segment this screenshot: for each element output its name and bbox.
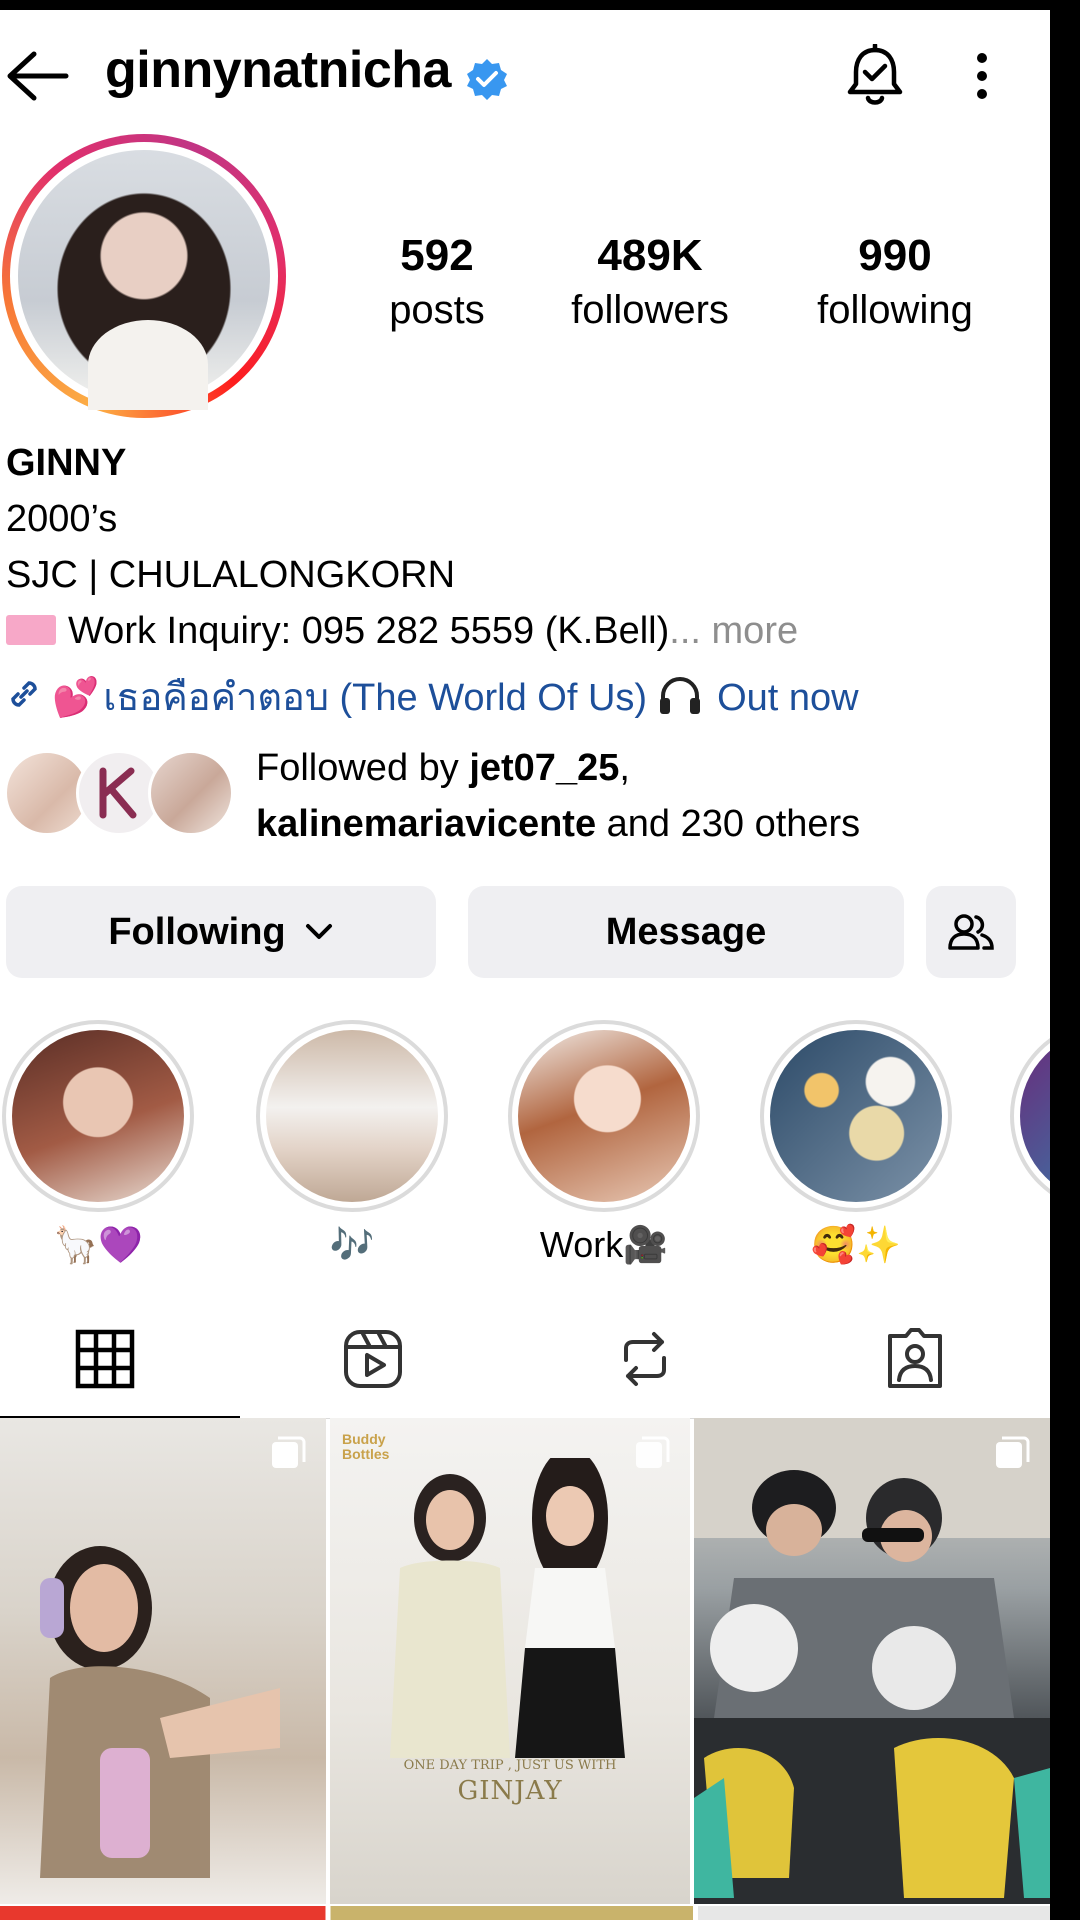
reposts-tab-icon[interactable] — [612, 1326, 678, 1392]
story-highlight[interactable]: 🎶 — [254, 1020, 450, 1268]
message-button[interactable]: Message — [468, 886, 904, 978]
post-thumbnail[interactable]: Buddy Bottles ONE DAY TRIP , JUST US WITH… — [330, 1418, 690, 1904]
highlight-label: Work🎥 — [539, 1224, 669, 1265]
following-label: Following — [108, 910, 286, 953]
post-thumbnail[interactable] — [694, 1418, 1050, 1904]
multi-post-icon — [996, 1436, 1030, 1468]
chevron-down-icon — [305, 924, 332, 939]
bio-work-line: Work Inquiry: 095 282 5559 (K.Bell)... m… — [6, 608, 798, 654]
highlight-ring — [760, 1020, 952, 1212]
bio-display-name: GINNY — [6, 442, 127, 484]
bio-more-link[interactable]: ... more — [669, 610, 798, 652]
stat-following-label: following — [817, 288, 973, 332]
more-options-icon[interactable] — [964, 50, 1000, 102]
letter-k-logo — [99, 767, 137, 819]
next-row-posts-peek[interactable] — [0, 1906, 1050, 1920]
mutual-avatar — [148, 750, 234, 836]
bio-line: SJC | CHULALONGKORN — [6, 554, 456, 596]
followed-by-text[interactable]: Followed by jet07_25, kalinemariavicente… — [256, 740, 860, 852]
post-image — [40, 1546, 280, 1878]
story-highlight[interactable]: 🦙💜 — [0, 1020, 196, 1268]
avatar-ring-gap — [10, 142, 278, 410]
separator: , — [619, 747, 630, 789]
post-image — [694, 1418, 1050, 1904]
avatar-photo — [18, 150, 270, 410]
stat-followers-label: followers — [571, 288, 729, 332]
highlight-ring — [1010, 1020, 1050, 1212]
stat-posts-count: 592 — [400, 231, 474, 280]
bio-work-inquiry: Work Inquiry: 095 282 5559 (K.Bell) — [68, 610, 670, 652]
stat-followers[interactable]: 489K followers — [552, 228, 748, 336]
highlight-ring — [256, 1020, 448, 1212]
post-caption-title: GINJAY — [457, 1776, 563, 1806]
verified-badge-icon — [467, 59, 507, 100]
profile-screen: ginnynatnicha 592 posts 489K followers 9… — [0, 10, 1050, 1920]
love-letter-icon — [6, 615, 56, 645]
link-title: เธอคือคำตอบ (The World Of Us) — [103, 677, 648, 719]
story-highlight[interactable]: Work🎥 — [506, 1020, 702, 1268]
highlight-cover — [266, 1030, 438, 1202]
stat-posts-label: posts — [389, 288, 485, 332]
profile-username: ginnynatnicha — [105, 41, 451, 99]
link-out-now: Out now — [717, 677, 859, 719]
multi-post-icon — [272, 1436, 306, 1468]
followed-by-suffix: and 230 others — [596, 803, 861, 845]
post-caption-small: ONE DAY TRIP , JUST US WITH — [403, 1758, 617, 1773]
following-button[interactable]: Following — [6, 886, 436, 978]
bio-line: 2000’s — [6, 498, 118, 540]
two-hearts-icon: 💕 — [52, 677, 100, 719]
suggested-people-button[interactable] — [926, 886, 1016, 978]
headphones-icon — [660, 677, 701, 714]
grid-tab-icon[interactable] — [72, 1326, 138, 1392]
stat-following[interactable]: 990 following — [800, 228, 990, 336]
highlight-cover — [518, 1030, 690, 1202]
followed-by-user[interactable]: jet07_25 — [469, 747, 619, 789]
highlight-ring — [508, 1020, 700, 1212]
brand-tag-line: Buddy — [342, 1431, 386, 1447]
highlight-cover — [1020, 1030, 1050, 1202]
highlight-label: 🦙💜 — [53, 1224, 143, 1265]
highlight-ring — [2, 1020, 194, 1212]
story-highlight[interactable]: 🥰✨ — [758, 1020, 954, 1268]
profile-avatar[interactable] — [2, 134, 286, 418]
post-image — [390, 1458, 625, 1758]
highlight-cover — [770, 1030, 942, 1202]
status-area — [0, 0, 1080, 10]
profile-header: ginnynatnicha — [0, 10, 1050, 130]
stat-followers-count: 489K — [597, 231, 703, 280]
message-label: Message — [605, 910, 767, 953]
add-people-icon — [948, 914, 994, 950]
post-thumbnail[interactable] — [0, 1418, 326, 1904]
highlight-label: 🎶 — [329, 1224, 375, 1265]
tagged-tab-icon[interactable] — [882, 1326, 948, 1392]
multi-post-icon — [636, 1436, 670, 1468]
bio-external-link[interactable]: 💕 เธอคือคำตอบ (The World Of Us) Out now — [4, 674, 859, 721]
reels-tab-icon[interactable] — [340, 1326, 406, 1392]
stat-posts[interactable]: 592 posts — [362, 228, 512, 336]
link-icon — [11, 681, 37, 707]
followed-by-user[interactable]: kalinemariavicente — [256, 803, 596, 845]
notification-bell-icon[interactable] — [846, 44, 904, 108]
followed-by-prefix: Followed by — [256, 747, 470, 789]
highlight-label: 🥰✨ — [811, 1224, 901, 1265]
screen-edge — [1050, 0, 1080, 1920]
story-highlight-partial[interactable] — [1010, 1020, 1050, 1212]
stat-following-count: 990 — [858, 231, 932, 280]
back-arrow-icon[interactable] — [4, 48, 70, 104]
highlight-cover — [12, 1030, 184, 1202]
mutual-followers-avatars[interactable] — [4, 750, 234, 838]
